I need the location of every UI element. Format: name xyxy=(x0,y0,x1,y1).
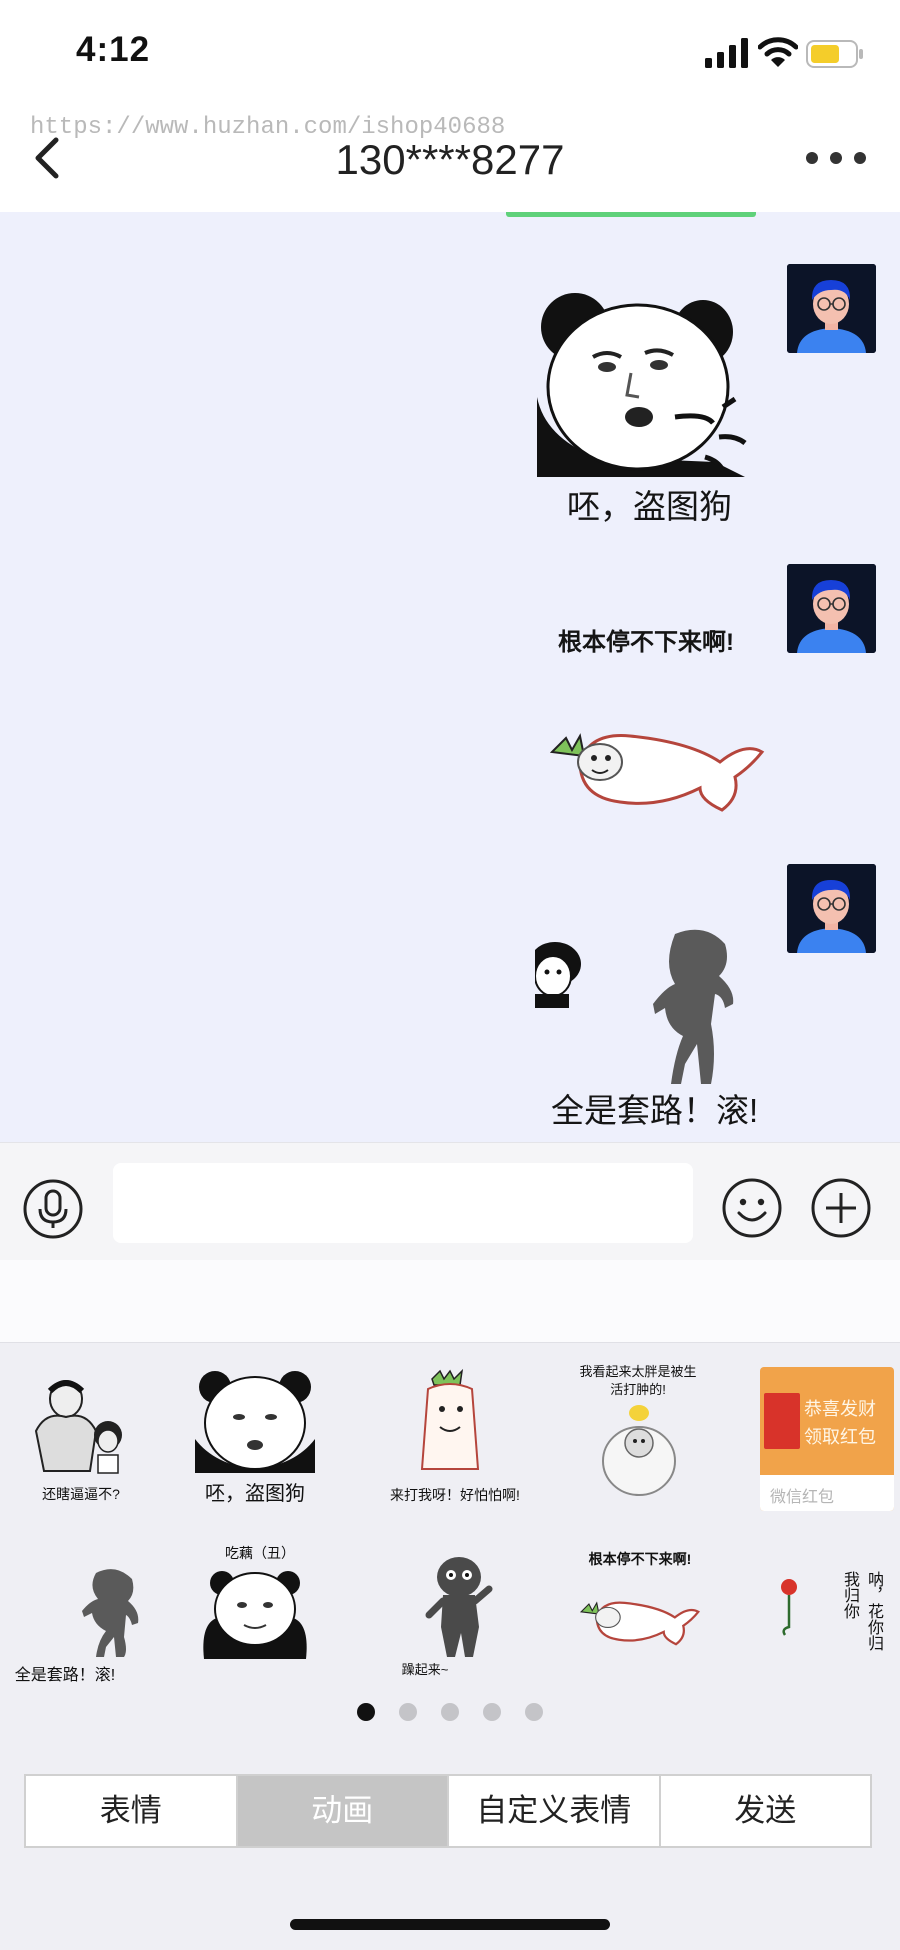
sticker-label: 还瞎逼逼不? xyxy=(42,1486,120,1502)
rose-icon xyxy=(781,1579,797,1636)
smiley-face-icon[interactable] xyxy=(721,1177,783,1239)
muscle-man-sticker xyxy=(34,1380,122,1474)
sticker-label: 吃藕（丑） xyxy=(225,1545,295,1561)
sticker-cell[interactable]: 还瞎逼逼不? xyxy=(10,1369,180,1529)
sticker-cell[interactable]: 躁起来~ xyxy=(370,1543,540,1703)
dancing-figure-sticker xyxy=(425,1557,493,1657)
two-figures-sticker[interactable] xyxy=(535,924,765,1084)
status-time: 4:12 xyxy=(76,30,151,69)
sticker-cell[interactable]: 呸，盗图狗 xyxy=(190,1369,360,1529)
page-dot[interactable] xyxy=(483,1703,501,1721)
plus-circle-icon[interactable] xyxy=(810,1177,872,1239)
sticker-caption: 根本停不下来啊! xyxy=(558,629,734,656)
wifi-icon xyxy=(758,37,798,67)
red-packet-title: 恭喜发财 xyxy=(804,1399,876,1419)
input-bar xyxy=(0,1142,900,1261)
tab-send[interactable]: 发送 xyxy=(661,1776,871,1846)
tab-emoji[interactable]: 表情 xyxy=(26,1776,238,1846)
page-title: 130****8277 xyxy=(335,136,565,183)
sticker-cell[interactable]: 全是套路！滚! xyxy=(10,1553,180,1713)
red-packet-footer-label: 微信红包 xyxy=(770,1489,835,1506)
avatar[interactable] xyxy=(787,564,876,653)
more-options-icon[interactable] xyxy=(804,148,868,168)
crowned-creature-sticker xyxy=(420,1369,480,1470)
sticker-panel: 还瞎逼逼不? 呸，盗图狗 来打我呀！好怕怕啊! 我看起来太胖是被生活打肿的! 恭… xyxy=(0,1342,900,1950)
tab-custom-emoji[interactable]: 自定义表情 xyxy=(449,1776,661,1846)
signal-icon xyxy=(705,38,748,68)
sticker-cell[interactable]: 呐，花你归我归你 xyxy=(755,1553,895,1713)
avatar[interactable] xyxy=(787,264,876,353)
sticker-label: 全是套路！滚! xyxy=(14,1667,116,1684)
avatar[interactable] xyxy=(787,864,876,953)
sticker-label: 呐，花你归我归你 xyxy=(841,1571,882,1651)
red-packet-footer: 微信红包 xyxy=(760,1475,894,1511)
panda-eating-sticker xyxy=(203,1571,307,1659)
microphone-icon[interactable] xyxy=(22,1178,84,1240)
sticker-label: 呸，盗图狗 xyxy=(205,1483,305,1505)
sticker-cell[interactable]: 根本停不下来啊! xyxy=(560,1543,720,1703)
home-indicator xyxy=(290,1919,610,1930)
sticker-label: 躁起来~ xyxy=(401,1662,449,1677)
page-dot[interactable] xyxy=(441,1703,459,1721)
walking-figure-sticker xyxy=(82,1569,139,1657)
previous-message-edge xyxy=(506,212,756,217)
red-packet-subtitle: 领取红包 xyxy=(804,1427,876,1447)
panda-sticker xyxy=(195,1371,315,1473)
page-indicator xyxy=(0,1703,900,1726)
red-packet-card[interactable]: 恭喜发财 领取红包 微信红包 xyxy=(760,1367,894,1511)
message-input[interactable] xyxy=(113,1163,693,1243)
chubby-chick-sticker xyxy=(602,1405,676,1496)
battery-icon xyxy=(806,40,863,68)
tab-animation[interactable]: 动画 xyxy=(237,1776,449,1846)
chat-area[interactable]: 呸，盗图狗 根本停不下来啊! 全是套路！滚! xyxy=(0,212,900,1142)
page-dot[interactable] xyxy=(525,1703,543,1721)
panda-meme-sticker[interactable] xyxy=(535,287,765,477)
sticker-cell[interactable]: 吃藕（丑） xyxy=(190,1543,360,1703)
panel-tabs: 表情 动画 自定义表情 发送 xyxy=(24,1774,872,1848)
sticker-caption: 呸，盗图狗 xyxy=(567,488,732,525)
sticker-caption: 全是套路！滚! xyxy=(551,1092,759,1129)
page-dot[interactable] xyxy=(399,1703,417,1721)
sticker-cell[interactable]: 来打我呀！好怕怕啊! xyxy=(370,1369,540,1529)
sticker-label: 根本停不下来啊! xyxy=(588,1551,692,1567)
page-dot[interactable] xyxy=(357,1703,375,1721)
lying-creature-sticker[interactable] xyxy=(550,722,765,822)
status-bar: 4:12 xyxy=(0,0,900,100)
sticker-label: 我看起来太胖是被生活打肿的! xyxy=(579,1364,697,1397)
lying-creature-sticker xyxy=(580,1601,700,1646)
sticker-cell[interactable]: 我看起来太胖是被生活打肿的! xyxy=(550,1363,725,1523)
panel-divider-area xyxy=(0,1260,900,1342)
sticker-label: 来打我呀！好怕怕啊! xyxy=(390,1487,520,1503)
red-envelope-icon xyxy=(764,1393,800,1449)
nav-bar: https://www.huzhan.com/ishop40688 130***… xyxy=(0,100,900,213)
